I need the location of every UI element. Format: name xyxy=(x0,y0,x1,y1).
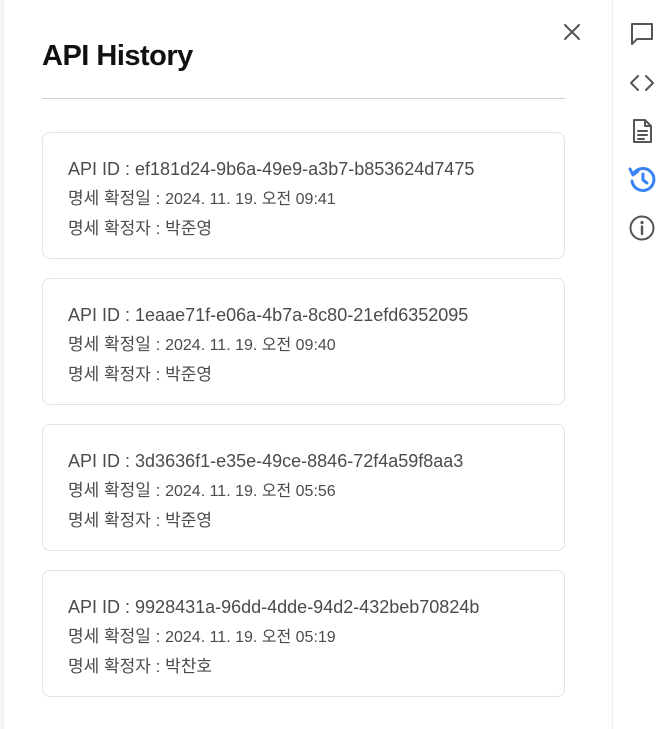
confirm-date-value: 2024. 11. 19. 오전 09:41 xyxy=(165,191,336,208)
confirm-date-line: 명세 확정일 : 2024. 11. 19. 오전 09:41 xyxy=(68,184,539,214)
code-icon xyxy=(630,75,654,91)
api-id-label: API ID : xyxy=(68,305,136,325)
api-id-value: ef181d24-9b6a-49e9-a3b7-b853624d7475 xyxy=(135,159,475,179)
confirm-author-value: 박준영 xyxy=(165,219,213,238)
info-icon xyxy=(629,215,655,241)
chat-button[interactable] xyxy=(627,19,657,49)
confirm-date-value: 2024. 11. 19. 오전 05:56 xyxy=(165,483,336,500)
document-button[interactable] xyxy=(627,116,657,146)
chat-icon xyxy=(631,23,653,45)
confirm-date-label: 명세 확정일 : xyxy=(68,481,166,500)
api-id-line: API ID : ef181d24-9b6a-49e9-a3b7-b853624… xyxy=(68,155,539,184)
api-id-line: API ID : 9928431a-96dd-4dde-94d2-432beb7… xyxy=(68,593,539,622)
api-id-label: API ID : xyxy=(68,451,136,471)
history-button[interactable] xyxy=(627,164,657,194)
close-button[interactable] xyxy=(560,20,584,44)
api-id-label: API ID : xyxy=(68,597,136,617)
api-id-value: 3d3636f1-e35e-49ce-8846-72f4a59f8aa3 xyxy=(135,451,464,471)
api-id-line: API ID : 1eaae71f-e06a-4b7a-8c80-21efd63… xyxy=(68,301,539,330)
confirm-author-line: 명세 확정자 : 박준영 xyxy=(68,360,539,389)
history-card[interactable]: API ID : 9928431a-96dd-4dde-94d2-432beb7… xyxy=(42,570,565,697)
confirm-date-label: 명세 확정일 : xyxy=(68,189,166,208)
right-tool-rail xyxy=(612,0,672,729)
confirm-author-label: 명세 확정자 : xyxy=(68,365,166,384)
confirm-date-line: 명세 확정일 : 2024. 11. 19. 오전 05:19 xyxy=(68,622,539,652)
confirm-date-value: 2024. 11. 19. 오전 09:40 xyxy=(165,337,336,354)
confirm-date-label: 명세 확정일 : xyxy=(68,335,166,354)
api-id-label: API ID : xyxy=(68,159,136,179)
code-button[interactable] xyxy=(627,68,657,98)
confirm-date-value: 2024. 11. 19. 오전 05:19 xyxy=(165,629,336,646)
confirm-author-value: 박준영 xyxy=(165,365,213,384)
confirm-author-value: 박준영 xyxy=(165,511,213,530)
confirm-author-line: 명세 확정자 : 박준영 xyxy=(68,214,539,243)
history-card[interactable]: API ID : 3d3636f1-e35e-49ce-8846-72f4a59… xyxy=(42,424,565,551)
api-id-value: 9928431a-96dd-4dde-94d2-432beb70824b xyxy=(135,597,480,617)
confirm-author-line: 명세 확정자 : 박찬호 xyxy=(68,652,539,681)
confirm-author-value: 박찬호 xyxy=(165,657,213,676)
info-button[interactable] xyxy=(627,213,657,243)
confirm-date-line: 명세 확정일 : 2024. 11. 19. 오전 09:40 xyxy=(68,330,539,360)
history-card[interactable]: API ID : ef181d24-9b6a-49e9-a3b7-b853624… xyxy=(42,132,565,259)
confirm-date-label: 명세 확정일 : xyxy=(68,627,166,646)
close-icon xyxy=(564,24,580,40)
api-id-value: 1eaae71f-e06a-4b7a-8c80-21efd6352095 xyxy=(135,305,469,325)
confirm-author-label: 명세 확정자 : xyxy=(68,511,166,530)
confirm-author-line: 명세 확정자 : 박준영 xyxy=(68,506,539,535)
api-id-line: API ID : 3d3636f1-e35e-49ce-8846-72f4a59… xyxy=(68,447,539,476)
api-history-panel: API History API ID : ef181d24-9b6a-49e9-… xyxy=(4,0,612,729)
document-icon xyxy=(633,119,652,143)
panel-title: API History xyxy=(42,40,193,72)
confirm-author-label: 명세 확정자 : xyxy=(68,657,166,676)
confirm-date-line: 명세 확정일 : 2024. 11. 19. 오전 05:56 xyxy=(68,476,539,506)
confirm-author-label: 명세 확정자 : xyxy=(68,219,166,238)
history-list: API ID : ef181d24-9b6a-49e9-a3b7-b853624… xyxy=(42,132,565,716)
history-icon xyxy=(628,166,656,192)
history-card[interactable]: API ID : 1eaae71f-e06a-4b7a-8c80-21efd63… xyxy=(42,278,565,405)
title-divider xyxy=(42,98,565,99)
